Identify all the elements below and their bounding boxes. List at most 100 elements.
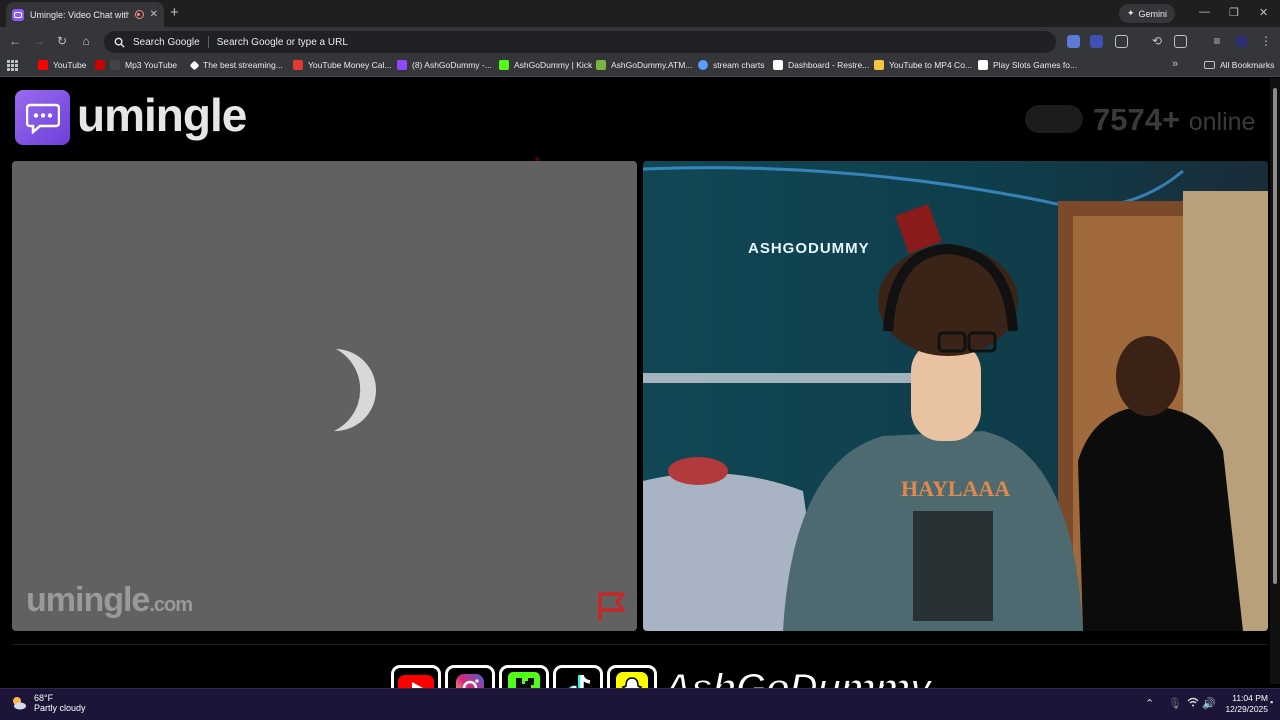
report-flag-icon[interactable] xyxy=(595,589,629,623)
stranger-video-panel: umingle.com xyxy=(12,161,637,631)
apps-grid-icon[interactable] xyxy=(7,60,18,71)
desk-light xyxy=(643,373,943,383)
forward-button[interactable]: → xyxy=(31,34,47,48)
bookmark-label: AshGoDummy | Kick xyxy=(514,60,593,70)
loading-spinner-icon xyxy=(334,349,377,432)
extension-icon[interactable] xyxy=(1090,35,1103,48)
bookmark-label: YouTube to MP4 Co... xyxy=(889,60,973,70)
bookmark-item[interactable]: The best streaming... xyxy=(189,60,283,70)
profile-avatar[interactable] xyxy=(1235,35,1248,48)
omnibox-divider xyxy=(207,36,209,48)
windows-taskbar: 68°F Partly cloudy ⌃ 🎙 🔊 11:04 PM 12/29/… xyxy=(0,688,1280,720)
bookmark-item[interactable]: Play Slots Games fo... xyxy=(978,60,1077,70)
history-icon[interactable]: ⟲ xyxy=(1149,34,1165,48)
restore-button[interactable]: ❐ xyxy=(1229,6,1239,19)
scrollbar-thumb[interactable] xyxy=(1273,88,1277,584)
bookmark-item[interactable]: stream charts xyxy=(698,60,765,70)
online-label: online xyxy=(1188,108,1256,136)
neon-sign: ASHGODUMMY xyxy=(748,240,870,257)
clock-date: 12/29/2025 xyxy=(1225,704,1268,714)
bookmark-label: Dashboard - Restre... xyxy=(788,60,870,70)
close-window-button[interactable]: ✕ xyxy=(1259,6,1268,19)
minimize-button[interactable]: — xyxy=(1199,6,1210,18)
recording-icon xyxy=(134,10,144,19)
tab-close-icon[interactable]: ✕ xyxy=(150,9,158,20)
umingle-watermark: umingle.com xyxy=(26,581,193,620)
system-clock[interactable]: 11:04 PM 12/29/2025 xyxy=(1218,693,1268,715)
microphone-icon[interactable]: 🎙 xyxy=(1168,697,1182,710)
bookmark-item[interactable]: YouTube to MP4 Co... xyxy=(874,60,972,70)
folder-icon xyxy=(1204,61,1215,69)
bookmark-label: The best streaming... xyxy=(203,60,283,70)
tab-bar: Umingle: Video Chat with S ✕ + ✦ Gemini … xyxy=(0,0,1280,27)
kick-icon xyxy=(499,60,509,70)
tab-umingle[interactable]: Umingle: Video Chat with S ✕ xyxy=(6,2,164,27)
twitch-icon xyxy=(397,60,407,70)
tab-search-icon[interactable] xyxy=(1174,35,1187,48)
bookmark-item[interactable]: AshGoDummy | Kick xyxy=(499,60,592,70)
search-icon xyxy=(114,37,125,48)
omnibox-prefix: Search Google xyxy=(133,36,200,48)
weather-condition: Partly cloudy xyxy=(34,703,86,713)
gemini-icon: ✦ xyxy=(1126,8,1135,18)
camera-toggle[interactable] xyxy=(1025,105,1083,133)
bookmark-item[interactable]: Mp3 YouTube xyxy=(95,60,177,70)
media-controls-icon[interactable]: ≡ xyxy=(1209,34,1225,48)
shirt-print: HAYLAAA xyxy=(901,476,1010,501)
bookmark-label: stream charts xyxy=(713,60,765,70)
tab-title: Umingle: Video Chat with S xyxy=(30,9,129,20)
site-logo-text[interactable]: umingle xyxy=(77,88,247,142)
omnibox-placeholder: Search Google or type a URL xyxy=(216,36,348,48)
bookmark-label: YouTube Money Cal... xyxy=(308,60,392,70)
stream-charts-icon xyxy=(698,60,708,70)
bookmark-label: (8) AshGoDummy -... xyxy=(412,60,492,70)
bookmark-favicon-icon xyxy=(874,60,884,70)
browser-toolbar: ← → ↻ ⌂ Search Google Search Google or t… xyxy=(0,27,1280,57)
umingle-favicon-icon xyxy=(12,8,24,21)
extensions-puzzle-icon[interactable] xyxy=(1115,35,1128,48)
shopify-icon xyxy=(596,60,606,70)
chat-bubble-logo-icon[interactable] xyxy=(15,90,70,145)
wifi-icon[interactable] xyxy=(1187,697,1199,710)
extension-icon[interactable] xyxy=(1067,35,1080,48)
volume-icon[interactable]: 🔊 xyxy=(1202,697,1216,710)
bookmark-label: AshGoDummy.ATM... xyxy=(611,60,693,70)
clock-time: 11:04 PM xyxy=(1232,693,1268,703)
bookmark-label: Mp3 YouTube xyxy=(125,60,178,70)
self-webcam-video: ASHGODUMMY HAYLAAA xyxy=(643,161,1268,631)
more-bookmarks-icon[interactable]: » xyxy=(1172,58,1178,70)
bookmark-item[interactable]: YouTube xyxy=(38,60,86,70)
gemini-button[interactable]: ✦ Gemini xyxy=(1119,4,1175,23)
reload-button[interactable]: ↻ xyxy=(54,34,70,48)
all-bookmarks-label: All Bookmarks xyxy=(1220,60,1275,70)
show-hidden-icons[interactable]: ⌃ xyxy=(1145,697,1154,710)
gemini-label: Gemini xyxy=(1138,8,1168,19)
weather-widget[interactable]: 68°F Partly cloudy xyxy=(10,693,86,713)
new-tab-button[interactable]: + xyxy=(170,4,179,21)
weather-temp: 68°F xyxy=(34,693,54,703)
bookmark-item[interactable]: AshGoDummy.ATM... xyxy=(596,60,692,70)
notification-icon[interactable]: ▪ xyxy=(1270,697,1273,707)
person-face xyxy=(911,341,981,441)
bookmark-favicon-icon xyxy=(189,60,200,70)
omnibox[interactable]: Search Google Search Google or type a UR… xyxy=(104,31,1056,53)
bookmark-item[interactable]: YouTube Money Cal... xyxy=(293,60,391,70)
page-scrollbar[interactable] xyxy=(1270,78,1280,684)
all-bookmarks-button[interactable]: All Bookmarks xyxy=(1204,60,1274,70)
home-icon[interactable]: ⌂ xyxy=(78,34,94,48)
bookmark-label: Play Slots Games fo... xyxy=(993,60,1078,70)
web-page: umingle 7574+ online umingle.com ASHGODU… xyxy=(0,78,1270,684)
youtube-icon xyxy=(95,60,105,70)
bookmark-favicon-icon xyxy=(978,60,988,70)
person-hair xyxy=(878,246,1018,356)
bookmark-favicon-icon xyxy=(293,60,303,70)
online-count: 7574+ xyxy=(1093,102,1181,137)
bookmark-favicon-icon xyxy=(110,60,120,70)
back-button[interactable]: ← xyxy=(7,34,23,48)
youtube-icon xyxy=(38,60,48,70)
bookmark-item[interactable]: Dashboard - Restre... xyxy=(773,60,869,70)
menu-icon[interactable]: ⋮ xyxy=(1258,34,1274,48)
restream-icon xyxy=(773,60,783,70)
partly-cloudy-icon xyxy=(13,697,26,710)
bookmark-item[interactable]: (8) AshGoDummy -... xyxy=(397,60,492,70)
